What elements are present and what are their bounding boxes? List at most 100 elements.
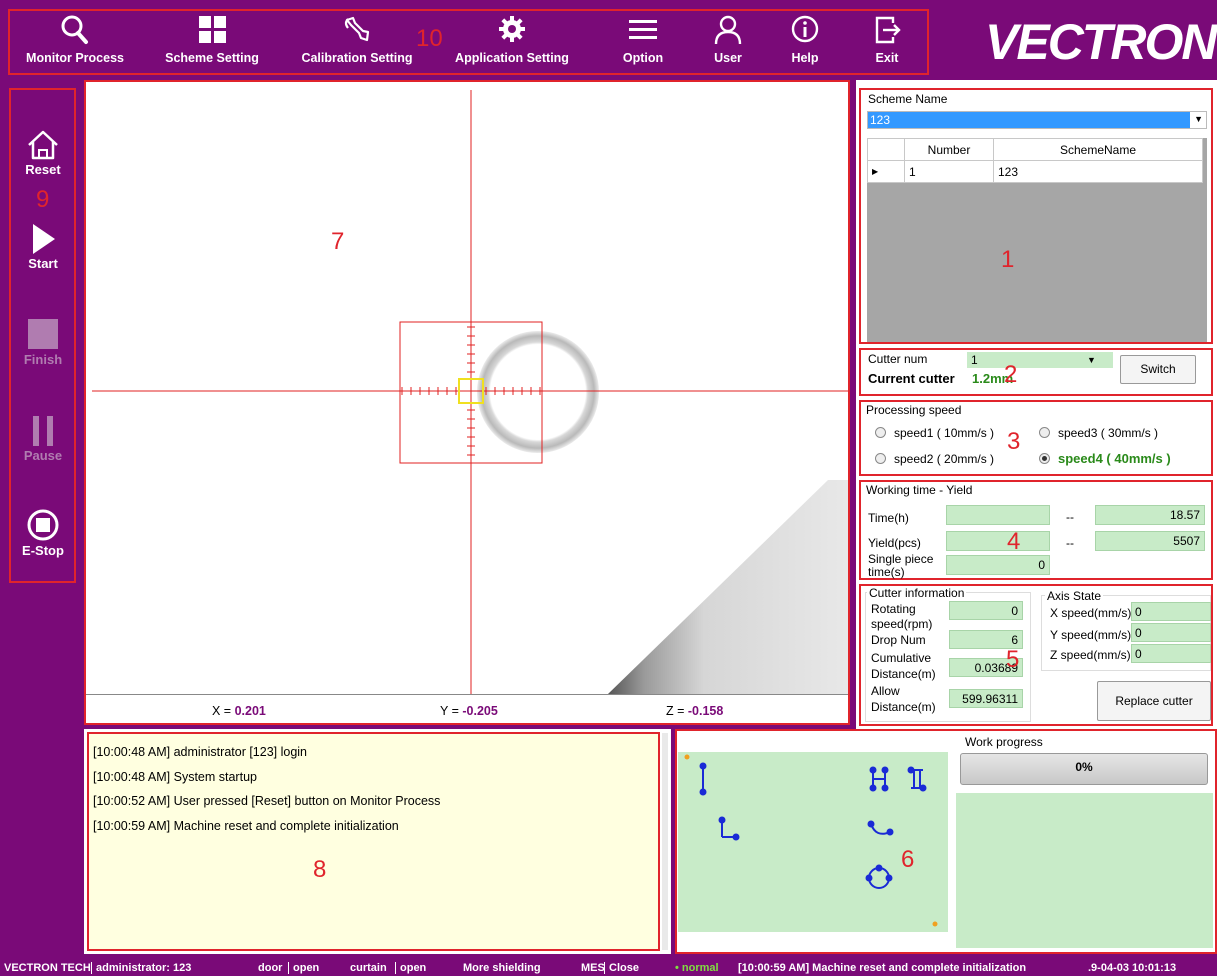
status-door-value: open xyxy=(288,962,319,974)
camera-image[interactable] xyxy=(86,82,848,694)
time-label: Time(h) xyxy=(868,511,909,525)
toolbar-label: Monitor Process xyxy=(26,51,124,65)
start-label: Start xyxy=(28,256,58,271)
cutter-section: Cutter num 1 ▼ Current cutter 1.2mm Swit… xyxy=(859,348,1213,396)
time-start-field xyxy=(946,505,1050,525)
working-title: Working time - Yield xyxy=(866,483,973,497)
cutter-info-section: Cutter information Rotating speed(rpm) 0… xyxy=(859,584,1213,726)
drop-num-label: Drop Num xyxy=(871,633,926,647)
cutter-info-title: Cutter information xyxy=(867,586,967,600)
table-cell: 123 xyxy=(993,160,1203,183)
finish-button[interactable]: Finish xyxy=(12,318,74,367)
toolbar-monitor-process[interactable]: Monitor Process xyxy=(20,14,130,70)
emergency-stop-icon xyxy=(27,509,59,541)
toolbar-label: Application Setting xyxy=(455,51,569,65)
info-icon xyxy=(791,15,819,43)
progress-bar: 0% xyxy=(960,753,1208,785)
scheme-title: Scheme Name xyxy=(868,92,948,106)
toolbar-label: Exit xyxy=(875,51,899,65)
search-icon xyxy=(61,15,88,44)
chevron-down-icon[interactable]: ▼ xyxy=(1194,114,1203,124)
camera-panel: X = 0.201 Y = -0.205 Z = -0.158 xyxy=(84,80,850,725)
scheme-table-header: Number SchemeName xyxy=(867,138,1203,161)
time-separator: -- xyxy=(1066,510,1074,524)
speed-option-2[interactable]: speed2 ( 20mm/s ) xyxy=(875,452,994,466)
speed-option-1[interactable]: speed1 ( 10mm/s ) xyxy=(875,426,994,440)
annotation-6: 6 xyxy=(901,846,915,873)
allow-distance-field: 599.96311 xyxy=(949,689,1023,708)
cutter-num-label: Cutter num xyxy=(868,352,928,366)
scheme-grid: Number SchemeName ▶ 1 123 xyxy=(867,138,1207,342)
user-icon xyxy=(714,15,742,45)
z-speed-field: 0 xyxy=(1131,644,1211,663)
gear-icon xyxy=(499,16,525,42)
status-mes-label: MES xyxy=(581,962,605,974)
annotation-3: 3 xyxy=(1007,428,1021,455)
toolbar-application-setting[interactable]: Application Setting xyxy=(446,14,578,70)
status-datetime: .9-04-03 10:01:13 xyxy=(1088,962,1177,974)
play-icon xyxy=(33,224,55,254)
speed-option-4[interactable]: speed4 ( 40mm/s ) xyxy=(1039,451,1171,466)
column-header-schemename: SchemeName xyxy=(993,138,1203,161)
wrench-icon xyxy=(344,16,370,42)
toolbar-label: Scheme Setting xyxy=(165,51,259,65)
status-brand: VECTRON TECH xyxy=(4,962,91,974)
z-coordinate: Z = -0.158 xyxy=(666,704,724,718)
single-piece-field: 0 xyxy=(946,555,1050,575)
toolbar-user[interactable]: User xyxy=(700,14,756,70)
y-coordinate: Y = -0.205 xyxy=(440,704,498,718)
cumulative-distance-label: Cumulative Distance(m) xyxy=(871,651,936,681)
toolbar-help[interactable]: Help xyxy=(778,14,832,70)
status-curtain-label: curtain xyxy=(350,962,387,974)
yield-value-field: 5507 xyxy=(1095,531,1205,551)
reset-label: Reset xyxy=(25,162,61,177)
toolbar-label: Calibration Setting xyxy=(301,51,413,65)
annotation-7: 7 xyxy=(331,228,345,255)
switch-button[interactable]: Switch xyxy=(1120,355,1196,384)
finish-label: Finish xyxy=(23,352,63,367)
scheme-table: Number SchemeName ▶ 1 123 xyxy=(867,138,1203,183)
allow-distance-label: Allow Distance(m) xyxy=(871,684,936,714)
status-user: administrator: 123 xyxy=(91,962,191,974)
y-speed-field: 0 xyxy=(1131,623,1211,642)
status-message: [10:00:59 AM] Machine reset and complete… xyxy=(738,962,1027,974)
scheme-section: Scheme Name 123 ▼ Number SchemeName ▶ 1 … xyxy=(859,88,1213,344)
reset-button[interactable]: Reset xyxy=(12,128,74,177)
start-button[interactable]: Start xyxy=(12,222,74,271)
toolbar-exit[interactable]: Exit xyxy=(862,14,912,70)
coordinate-bar: X = 0.201 Y = -0.205 Z = -0.158 xyxy=(86,694,848,723)
status-curtain-value: open xyxy=(395,962,426,974)
speed-option-3[interactable]: speed3 ( 30mm/s ) xyxy=(1039,426,1158,440)
x-speed-label: X speed(mm/s) xyxy=(1050,606,1132,620)
log-line: [10:00:52 AM] User pressed [Reset] butto… xyxy=(93,794,441,808)
exit-icon xyxy=(875,16,901,44)
single-piece-label: Single piece time(s) xyxy=(868,552,934,579)
annotation-4: 4 xyxy=(1007,528,1021,555)
y-speed-label: Y speed(mm/s) xyxy=(1050,628,1132,642)
e-stop-button[interactable]: E-Stop xyxy=(12,509,74,558)
row-selector-icon: ▶ xyxy=(867,160,905,183)
rotating-speed-field: 0 xyxy=(949,601,1023,620)
toolbar-option[interactable]: Option xyxy=(613,14,673,70)
axis-state-title: Axis State xyxy=(1045,589,1104,603)
chevron-down-icon[interactable]: ▼ xyxy=(1087,352,1096,368)
x-coordinate: X = 0.201 xyxy=(212,704,266,718)
cutter-num-select[interactable]: 1 ▼ xyxy=(967,352,1113,368)
z-speed-label: Z speed(mm/s) xyxy=(1050,648,1131,662)
pause-button[interactable]: Pause xyxy=(12,414,74,463)
replace-cutter-button[interactable]: Replace cutter xyxy=(1097,681,1211,721)
annotation-8: 8 xyxy=(313,856,327,883)
log-line: [10:00:48 AM] administrator [123] login xyxy=(93,745,308,759)
toolbar-scheme-setting[interactable]: Scheme Setting xyxy=(158,14,266,70)
path-preview[interactable] xyxy=(678,752,948,932)
scheme-select[interactable]: 123 ▼ xyxy=(867,111,1207,129)
toolbar-calibration-setting[interactable]: Calibration Setting xyxy=(293,14,421,70)
working-section: Working time - Yield Time(h) -- 18.57 Yi… xyxy=(859,480,1213,580)
log-scrollbar[interactable] xyxy=(662,733,668,950)
log-line: [10:00:59 AM] Machine reset and complete… xyxy=(93,818,399,833)
log-panel[interactable]: [10:00:48 AM] administrator [123] login … xyxy=(87,732,660,951)
table-row[interactable]: ▶ 1 123 xyxy=(867,160,1203,183)
radio-icon xyxy=(875,427,886,438)
pause-label: Pause xyxy=(23,448,63,463)
workpiece-edge xyxy=(608,480,848,694)
